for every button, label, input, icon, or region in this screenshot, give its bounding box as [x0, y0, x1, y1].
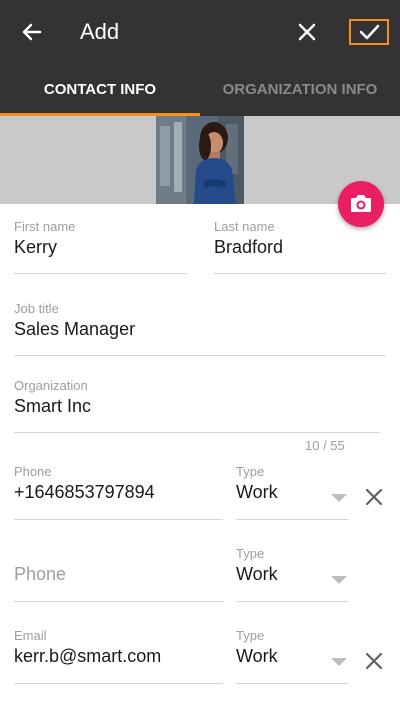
phone-type-underline [236, 519, 349, 520]
first-name-value: Kerry [14, 237, 58, 257]
email-type-underline [236, 683, 349, 684]
phone-type-value-empty: Work [236, 564, 278, 584]
last-name-field[interactable]: Last name Bradford [214, 219, 386, 274]
close-icon[interactable] [294, 19, 320, 45]
organization-underline [14, 432, 380, 433]
app-bar: Add [0, 0, 400, 64]
phone-field[interactable]: Phone +1646853797894 [14, 464, 223, 520]
job-title-label: Job title [14, 301, 59, 316]
phone-type-select-empty[interactable]: Type Work [236, 546, 349, 602]
email-field[interactable]: Email kerr.b@smart.com [14, 628, 223, 684]
remove-phone-icon[interactable] [365, 488, 383, 506]
chevron-down-icon [331, 658, 347, 666]
email-type-value: Work [236, 646, 278, 666]
last-name-label: Last name [214, 219, 275, 234]
phone-label: Phone [14, 464, 52, 479]
phone-type-select[interactable]: Type Work [236, 464, 349, 520]
email-underline [14, 683, 223, 684]
organization-label: Organization [14, 378, 88, 393]
first-name-label: First name [14, 219, 76, 234]
save-button[interactable] [349, 19, 389, 45]
phone-placeholder: Phone [14, 564, 67, 584]
last-name-value: Bradford [214, 237, 284, 257]
check-icon [359, 24, 380, 40]
contact-photo[interactable] [156, 116, 244, 204]
phone-empty-underline [14, 601, 223, 602]
organization-field[interactable]: Organization Smart Inc [14, 378, 380, 433]
phone-type-empty-underline [236, 601, 349, 602]
job-title-underline [14, 355, 386, 356]
email-type-label: Type [236, 628, 265, 643]
back-arrow-icon[interactable] [18, 18, 46, 46]
phone-underline [14, 519, 223, 520]
phone-value: +1646853797894 [14, 482, 155, 502]
tab-organization-info[interactable]: ORGANIZATION INFO [200, 64, 400, 116]
page-title: Add [80, 19, 120, 44]
tab-bar: CONTACT INFO ORGANIZATION INFO [0, 64, 400, 116]
contact-photo-image [156, 116, 244, 204]
email-label: Email [14, 628, 47, 643]
chevron-down-icon [331, 576, 347, 584]
phone-type-value: Work [236, 482, 278, 502]
remove-email-icon[interactable] [365, 652, 383, 670]
phone-type-label: Type [236, 464, 265, 479]
organization-char-counter: 10 / 55 [305, 438, 345, 453]
phone-field-empty[interactable]: Phone [14, 546, 223, 602]
organization-value: Smart Inc [14, 396, 92, 416]
job-title-field[interactable]: Job title Sales Manager [14, 301, 386, 356]
phone-type-label-empty: Type [236, 546, 265, 561]
email-type-select[interactable]: Type Work [236, 628, 349, 684]
first-name-underline [14, 273, 187, 274]
job-title-value: Sales Manager [14, 319, 136, 339]
tab-contact-info[interactable]: CONTACT INFO [0, 64, 200, 116]
first-name-field[interactable]: First name Kerry [14, 219, 187, 274]
last-name-underline [214, 273, 386, 274]
email-value: kerr.b@smart.com [14, 646, 162, 666]
chevron-down-icon [331, 494, 347, 502]
